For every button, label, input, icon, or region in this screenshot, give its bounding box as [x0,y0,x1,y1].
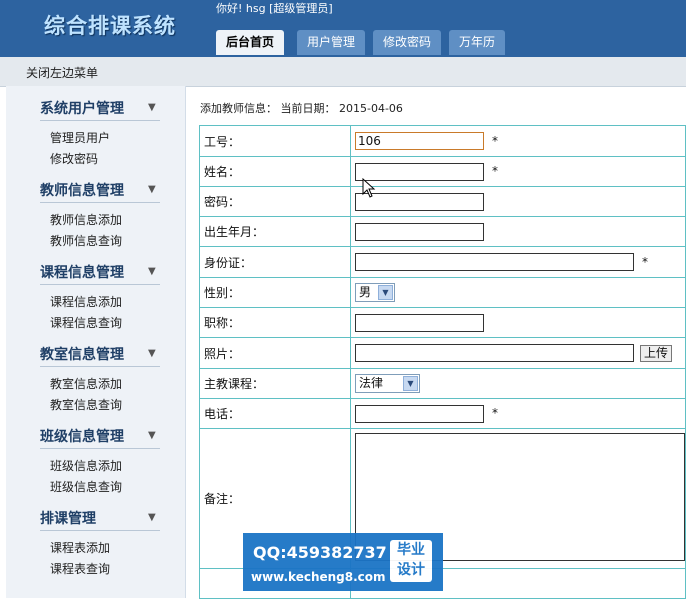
sidebar-item-admin-users[interactable]: 管理员用户 [50,129,110,146]
user-greeting: 你好! hsg [超级管理员] [216,2,333,15]
dropdown-arrow-icon[interactable]: ▼ [403,376,418,391]
sidebar-item-classroom-query[interactable]: 教室信息查询 [50,396,122,413]
app-logo-title: 综合排课系统 [44,14,176,38]
close-left-menu-link[interactable]: 关闭左边菜单 [26,64,98,81]
main-course-select[interactable]: 法律 ▼ [355,374,420,393]
dropdown-arrow-icon[interactable]: ▼ [378,285,393,300]
tab-calendar[interactable]: 万年历 [449,30,506,55]
mouse-cursor-icon [362,178,376,198]
field-label: 电话： [199,398,351,429]
required-marker: * [492,406,498,420]
tab-change-password[interactable]: 修改密码 [373,30,442,55]
watermark-qq: QQ:459382737 [253,543,387,562]
watermark-badge: 毕业 设计 [390,540,432,582]
sidebar-item-class-add[interactable]: 班级信息添加 [50,457,122,474]
chevron-down-icon[interactable]: ▼ [148,102,156,113]
sidebar-section-course-info[interactable]: 课程信息管理 [40,262,124,282]
id-card-input[interactable] [355,253,634,271]
required-marker: * [642,254,648,269]
course-selected-value: 法律 [359,376,384,390]
watermark-url: www.kecheng8.com [251,570,386,584]
sidebar-item-course-query[interactable]: 课程信息查询 [50,314,122,331]
teacher-id-input[interactable]: 106 [355,132,484,150]
required-marker: * [492,133,498,148]
section-divider [40,530,160,531]
chevron-down-icon[interactable]: ▼ [148,512,156,523]
tab-user-management[interactable]: 用户管理 [297,30,366,55]
sidebar-item-course-add[interactable]: 课程信息添加 [50,293,122,310]
sidebar-item-schedule-add[interactable]: 课程表添加 [50,539,110,556]
chevron-down-icon[interactable]: ▼ [148,348,156,359]
watermark-badge-line2: 设计 [397,562,425,578]
gender-select[interactable]: 男 ▼ [355,283,395,302]
field-label: 性别： [199,277,351,308]
watermark-banner: QQ:459382737 www.kecheng8.com 毕业 设计 [243,533,443,591]
field-label: 工号： [199,125,351,157]
toolbar-strip: 关闭左边菜单 [0,57,686,87]
field-label: 主教课程： [199,368,351,399]
teacher-form: 工号： 106 * 姓名： * 密码： 出生年月： 身份证： * 性别： 男 ▼ 职… [199,125,686,599]
section-divider [40,284,160,285]
field-label: 出生年月： [199,216,351,247]
section-divider [40,366,160,367]
phone-input[interactable] [355,404,484,423]
upload-button[interactable]: 上传 [640,344,673,362]
breadcrumb: 添加教师信息： 当前日期： 2015-04-06 [200,102,403,115]
sidebar-section-teacher-info[interactable]: 教师信息管理 [40,180,124,200]
field-label: 密码： [199,186,351,217]
chevron-down-icon[interactable]: ▼ [148,266,156,277]
sidebar-item-change-password[interactable]: 修改密码 [50,150,98,167]
sidebar-item-teacher-query[interactable]: 教师信息查询 [50,232,122,249]
sidebar-item-classroom-add[interactable]: 教室信息添加 [50,375,122,392]
required-marker: * [492,164,498,178]
tab-home[interactable]: 后台首页 [216,30,285,55]
sidebar-section-schedule[interactable]: 排课管理 [40,508,96,528]
sidebar-section-classroom-info[interactable]: 教室信息管理 [40,344,124,364]
photo-path-input[interactable] [355,344,634,362]
sidebar-section-class-info[interactable]: 班级信息管理 [40,426,124,446]
birth-date-input[interactable] [355,222,484,241]
header-bar: 综合排课系统 你好! hsg [超级管理员] 后台首页 用户管理 修改密码 万年… [0,0,686,57]
section-divider [40,202,160,203]
sidebar-item-schedule-query[interactable]: 课程表查询 [50,560,110,577]
watermark-badge-line1: 毕业 [397,542,425,558]
chevron-down-icon[interactable]: ▼ [148,184,156,195]
field-label: 职称： [199,307,351,338]
section-divider [40,448,160,449]
field-label: 姓名： [199,156,351,187]
sidebar-item-class-query[interactable]: 班级信息查询 [50,478,122,495]
field-label: 身份证： [199,246,351,278]
sidebar-section-system-users[interactable]: 系统用户管理 [40,98,124,118]
job-title-input[interactable] [355,313,484,332]
field-label: 照片： [199,337,351,369]
chevron-down-icon[interactable]: ▼ [148,430,156,441]
sidebar-item-teacher-add[interactable]: 教师信息添加 [50,211,122,228]
sidebar: 系统用户管理 ▼ 管理员用户 修改密码 教师信息管理 ▼ 教师信息添加 教师信息… [6,86,186,598]
section-divider [40,120,160,121]
gender-selected-value: 男 [359,285,372,299]
